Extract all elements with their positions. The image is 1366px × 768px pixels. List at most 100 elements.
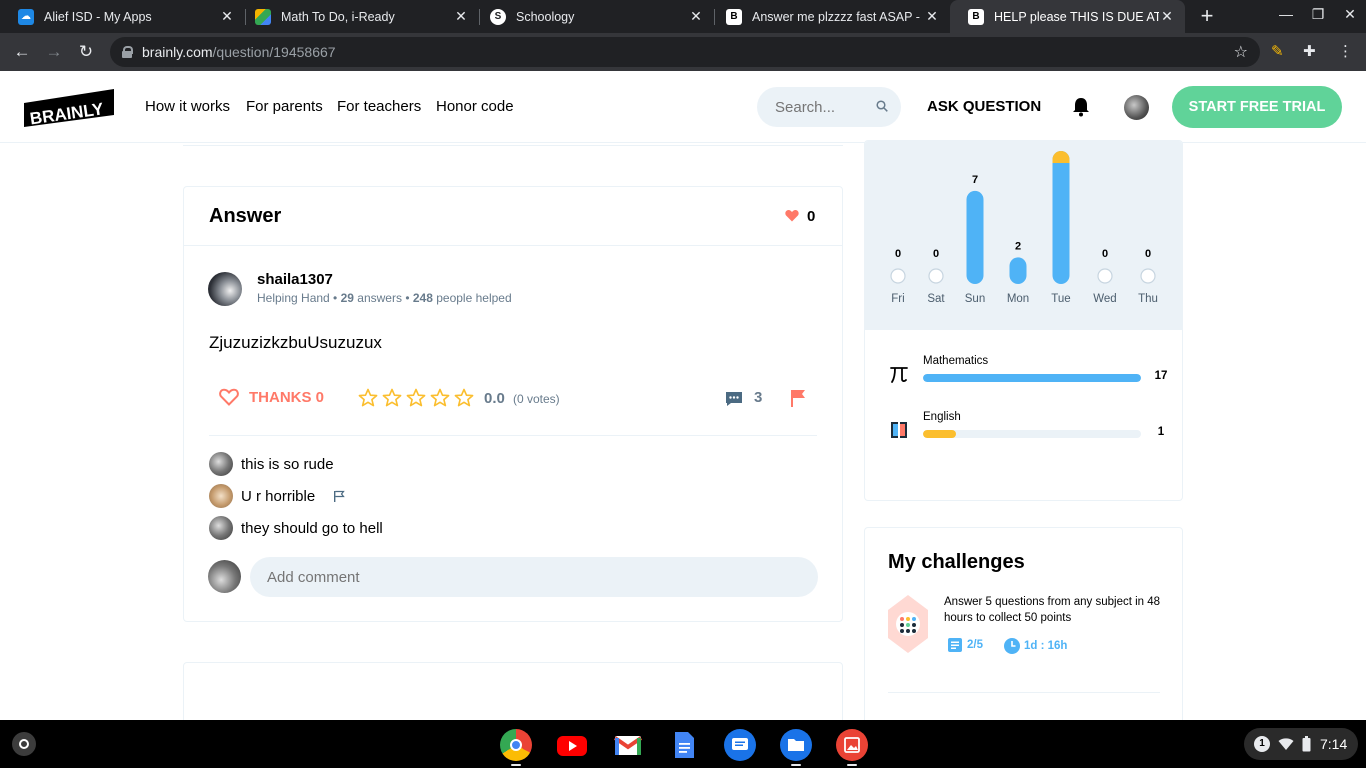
clock-time: 7:14 (1320, 736, 1348, 752)
tab-title: Answer me plzzzz fast ASAP - Br (752, 9, 924, 24)
bell-icon[interactable] (1072, 97, 1090, 117)
back-icon[interactable]: ← (11, 41, 33, 63)
heart-outline-icon[interactable] (219, 388, 239, 406)
comment-item: this is so rude (209, 452, 334, 476)
nav-for-teachers[interactable]: For teachers (337, 98, 421, 115)
search-box (757, 87, 901, 127)
nav-for-parents[interactable]: For parents (246, 98, 323, 115)
answer-card: Answer 0 shaila1307 Helping Hand • 29 an… (183, 186, 843, 622)
browser-tab[interactable]: ☁ Alief ISD - My Apps ✕ (0, 0, 245, 33)
browser-tab[interactable]: S Schoology ✕ (472, 0, 714, 33)
subject-progress-track (923, 374, 1141, 382)
comment-item: U r horrible (209, 484, 345, 508)
close-icon[interactable]: ✕ (219, 8, 235, 25)
puzzle-extensions-icon[interactable]: ✚ (1303, 43, 1316, 61)
author-answers-label: answers (357, 291, 402, 305)
tab-title: Math To Do, i-Ready (281, 9, 395, 24)
activity-bar-chart: 0 Fri 0 Sat 7 Sun 2 Mon Tue 0 Wed 0 Thu (890, 151, 1158, 305)
clock-icon (1004, 638, 1020, 654)
menu-icon[interactable]: ⋮ (1338, 43, 1353, 61)
chrome-app-icon[interactable] (500, 729, 532, 761)
running-indicator (847, 764, 857, 766)
launcher-icon[interactable] (12, 732, 36, 756)
ask-question-button[interactable]: ASK QUESTION (927, 98, 1041, 115)
challenge-progress: 2/5 (947, 637, 983, 653)
divider (209, 435, 817, 436)
my-avatar (208, 560, 241, 593)
bar-value-label: 0 (895, 248, 901, 260)
brainly-logo[interactable]: BRAINLY (24, 89, 114, 127)
gallery-app-icon[interactable] (836, 729, 868, 761)
browser-tab[interactable]: Math To Do, i-Ready ✕ (237, 0, 479, 33)
challenge-badge-icon[interactable] (886, 594, 930, 654)
status-tray[interactable]: 1 7:14 (1244, 728, 1358, 760)
flag-icon[interactable] (790, 389, 806, 407)
star-icon[interactable] (382, 388, 402, 408)
address-bar[interactable]: brainly.com/question/19458667 ☆ (110, 37, 1260, 67)
new-tab-button[interactable]: + (1196, 5, 1218, 27)
restore-icon[interactable]: ❐ (1308, 6, 1328, 23)
challenges-title: My challenges (888, 551, 1025, 573)
close-window-icon[interactable]: ✕ (1340, 6, 1360, 23)
minimize-icon[interactable]: — (1276, 6, 1296, 22)
youtube-app-icon[interactable] (556, 729, 588, 761)
browser-tab[interactable]: B Answer me plzzzz fast ASAP - Br ✕ (708, 0, 950, 33)
heart-icon[interactable] (785, 209, 799, 222)
battery-icon (1302, 736, 1311, 752)
day-label: Tue (1051, 293, 1070, 305)
user-avatar[interactable] (1124, 95, 1149, 120)
author-avatar[interactable] (208, 272, 242, 306)
comment-count[interactable]: 3 (754, 389, 762, 406)
commenter-avatar[interactable] (209, 452, 233, 476)
author-name[interactable]: shaila1307 (257, 271, 333, 288)
bar-value-label: 0 (1145, 248, 1151, 260)
browser-tab-active[interactable]: B HELP please THIS IS DUE AT 11 ✕ (950, 0, 1185, 33)
close-icon[interactable]: ✕ (924, 8, 940, 25)
comment-text: they should go to hell (241, 519, 383, 537)
thanks-button[interactable]: THANKS 0 (249, 389, 324, 406)
close-icon[interactable]: ✕ (453, 8, 469, 25)
search-input[interactable] (775, 98, 871, 116)
docs-app-icon[interactable] (668, 729, 700, 761)
bookmark-star-icon[interactable]: ☆ (1234, 42, 1248, 62)
empty-day-marker (1097, 268, 1113, 284)
iready-icon (255, 8, 271, 25)
bar-value-label: 2 (1015, 240, 1021, 252)
browser-tab-strip: ☁ Alief ISD - My Apps ✕ Math To Do, i-Re… (0, 0, 1366, 33)
nav-how-it-works[interactable]: How it works (145, 98, 230, 115)
reload-icon[interactable]: ↻ (75, 41, 97, 63)
star-icon[interactable] (358, 388, 378, 408)
author-meta: Helping Hand • 29 answers • 248 people h… (257, 291, 512, 305)
activity-bar (966, 190, 984, 284)
messages-app-icon[interactable] (724, 729, 756, 761)
star-icon[interactable] (454, 388, 474, 408)
star-icon[interactable] (430, 388, 450, 408)
day-label: Sun (965, 293, 985, 305)
close-icon[interactable]: ✕ (1159, 8, 1175, 25)
nav-honor-code[interactable]: Honor code (436, 98, 514, 115)
subject-progress-fill (923, 374, 1141, 382)
search-icon[interactable] (876, 100, 888, 112)
lock-icon (122, 46, 133, 58)
running-indicator (511, 764, 521, 766)
forward-icon[interactable]: → (43, 41, 65, 63)
report-flag-icon[interactable] (333, 490, 345, 502)
start-free-trial-button[interactable]: START FREE TRIAL (1172, 86, 1342, 128)
commenter-avatar[interactable] (209, 516, 233, 540)
author-answers-count: 29 (340, 291, 354, 305)
challenge-description: Answer 5 questions from any subject in 4… (944, 596, 1161, 624)
challenges-card: My challenges Answer 5 questions from an… (864, 527, 1183, 727)
add-comment-input[interactable] (250, 557, 818, 597)
comment-icon[interactable] (725, 391, 743, 407)
files-app-icon[interactable] (780, 729, 812, 761)
star-icon[interactable] (406, 388, 426, 408)
subject-row-english: English 1 (865, 411, 1182, 451)
close-icon[interactable]: ✕ (688, 8, 704, 25)
pencil-extension-icon[interactable]: ✎ (1271, 43, 1284, 61)
commenter-avatar[interactable] (209, 484, 233, 508)
day-label: Mon (1007, 293, 1029, 305)
subject-name: English (923, 411, 961, 423)
answer-title: Answer (209, 205, 282, 227)
subject-count: 17 (1154, 370, 1168, 382)
gmail-app-icon[interactable] (612, 729, 644, 761)
